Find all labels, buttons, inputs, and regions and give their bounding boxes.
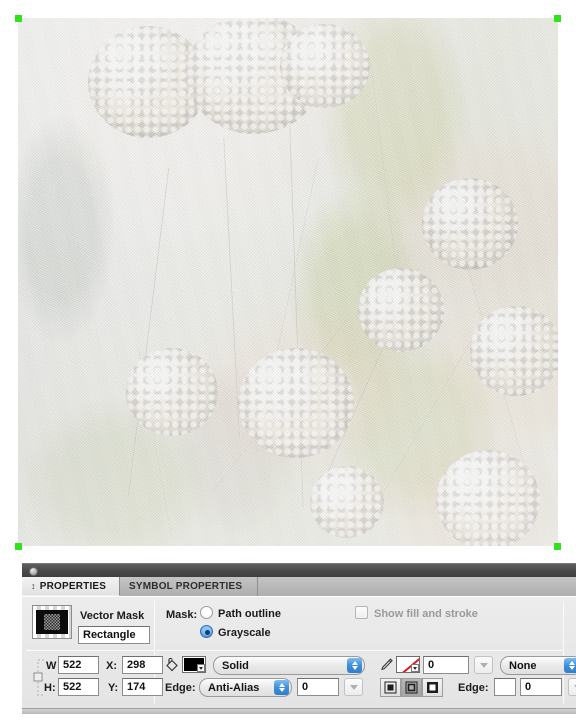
- stroke-align-outside-button[interactable]: [422, 678, 443, 697]
- tab-symbol-properties[interactable]: SYMBOL PROPERTIES: [120, 577, 258, 596]
- fill-type-select[interactable]: Solid: [213, 656, 365, 675]
- fill-edge-stepper-icon: [274, 680, 289, 695]
- row-divider-left: [26, 650, 154, 651]
- stroke-align-outside-icon: [427, 682, 438, 693]
- fill-edge-select[interactable]: Anti-Alias: [199, 678, 292, 697]
- y-label: Y:: [108, 682, 119, 694]
- stroke-width-menu[interactable]: [474, 656, 493, 674]
- stroke-edge-label: Edge:: [458, 682, 489, 694]
- panel-titlebar[interactable]: [22, 563, 576, 577]
- stroke-align-center-icon: [405, 681, 418, 694]
- checkbox-show-fill-and-stroke[interactable]: [355, 606, 368, 619]
- tab-properties-label: PROPERTIES: [39, 580, 107, 592]
- width-field[interactable]: 522: [58, 656, 99, 674]
- object-type-label: Vector Mask: [80, 610, 145, 622]
- paint-bucket-icon: [165, 657, 179, 678]
- fill-edge-amount-menu[interactable]: [344, 678, 363, 696]
- x-field[interactable]: 298: [122, 656, 163, 674]
- radio-path-outline[interactable]: [200, 606, 213, 619]
- radio-grayscale[interactable]: [200, 625, 213, 638]
- object-name-field[interactable]: Rectangle: [78, 626, 150, 644]
- tab-symbol-properties-label: SYMBOL PROPERTIES: [129, 581, 243, 592]
- row-divider-right: [156, 650, 562, 651]
- chevron-down-icon: [349, 684, 358, 690]
- fill-edge-label: Edge:: [165, 682, 196, 694]
- artwork-image[interactable]: [18, 18, 558, 546]
- height-field[interactable]: 522: [58, 678, 99, 696]
- radio-grayscale-label: Grayscale: [218, 627, 271, 639]
- chevron-down-icon: [479, 662, 488, 668]
- panel-footer: [22, 708, 576, 714]
- stroke-align-inside-icon: [384, 681, 397, 694]
- tab-properties[interactable]: ↕ PROPERTIES: [22, 577, 120, 596]
- height-label: H:: [44, 682, 56, 694]
- stroke-color-dropdown-arrow[interactable]: [411, 664, 419, 672]
- stroke-align-center-button[interactable]: [401, 678, 422, 697]
- stroke-edge-amount-menu[interactable]: [568, 678, 576, 696]
- x-label: X:: [106, 660, 117, 672]
- fill-color-dropdown-arrow[interactable]: [197, 664, 205, 672]
- app-window: ↕ PROPERTIES SYMBOL PROPERTIES Vector Ma…: [0, 0, 576, 721]
- selection-handle-top-right[interactable]: [554, 15, 561, 22]
- stroke-edge-color-swatch[interactable]: [494, 678, 516, 696]
- stroke-category-value: None: [509, 659, 537, 672]
- fill-edge-amount-field[interactable]: 0: [297, 678, 339, 696]
- stroke-edge-amount-field[interactable]: 0: [520, 678, 562, 696]
- checkbox-show-fill-and-stroke-label: Show fill and stroke: [374, 608, 478, 620]
- tab-grip-icon: ↕: [31, 581, 36, 591]
- stroke-category-stepper-icon: [564, 658, 576, 673]
- panel-close-button[interactable]: [29, 567, 38, 576]
- mask-thumbnail-pattern: [44, 614, 60, 630]
- mask-label: Mask:: [166, 609, 198, 621]
- stroke-width-field[interactable]: 0: [423, 656, 469, 674]
- stroke-align-inside-button[interactable]: [380, 678, 401, 697]
- properties-panel: ↕ PROPERTIES SYMBOL PROPERTIES Vector Ma…: [0, 563, 576, 721]
- stroke-color-swatch[interactable]: [396, 656, 420, 673]
- photo-wash-layer: [18, 18, 558, 546]
- canvas-area[interactable]: [0, 0, 576, 560]
- radio-path-outline-label: Path outline: [218, 608, 281, 620]
- stroke-category-select[interactable]: None: [500, 656, 576, 675]
- width-label: W: [46, 660, 57, 672]
- fill-edge-value: Anti-Alias: [208, 681, 260, 694]
- fill-color-swatch[interactable]: [182, 656, 206, 673]
- constrain-proportions-toggle[interactable]: [30, 657, 46, 704]
- panel-tabstrip: ↕ PROPERTIES SYMBOL PROPERTIES: [22, 577, 576, 596]
- selection-handle-bottom-left[interactable]: [15, 543, 22, 550]
- tabstrip-filler: [258, 577, 576, 596]
- mask-thumbnail[interactable]: [32, 605, 72, 639]
- mask-thumbnail-inner: [36, 610, 68, 634]
- y-field[interactable]: 174: [122, 678, 163, 696]
- pencil-icon: [379, 657, 394, 678]
- fill-type-stepper-icon: [347, 658, 362, 673]
- selection-handle-top-left[interactable]: [15, 15, 22, 22]
- panel-body: Vector Mask Rectangle Mask: Path outline…: [22, 596, 576, 708]
- selection-handle-bottom-right[interactable]: [554, 543, 561, 550]
- column-divider-2: [563, 601, 564, 704]
- fill-type-value: Solid: [222, 659, 249, 672]
